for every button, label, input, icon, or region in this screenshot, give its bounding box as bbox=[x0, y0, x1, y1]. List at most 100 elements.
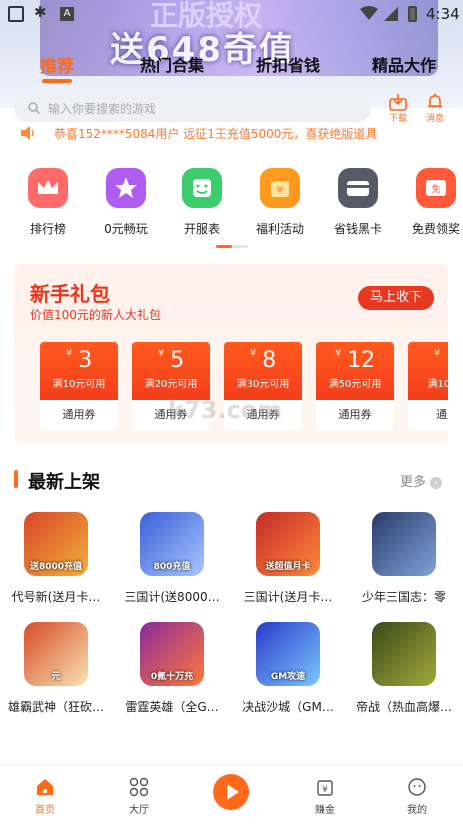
coupon-condition: 满50元可用 bbox=[328, 379, 382, 390]
game-item[interactable]: GM攻速 决战沙城（GM… bbox=[232, 622, 344, 715]
tab-recommend[interactable]: 推荐 bbox=[40, 52, 74, 77]
more-link[interactable]: 更多 › bbox=[400, 471, 443, 490]
claim-gift-button[interactable]: 马上收下 bbox=[358, 286, 434, 310]
category-black-card[interactable]: 省钱黑卡 bbox=[318, 168, 398, 237]
category-scroll-indicator bbox=[216, 245, 248, 248]
tab-discount[interactable]: 折扣省钱 bbox=[256, 52, 320, 76]
game-item[interactable]: 送8000充值 代号新(送月卡… bbox=[0, 512, 112, 605]
download-icon bbox=[389, 94, 407, 111]
nav-home[interactable]: 首页 bbox=[10, 777, 80, 816]
card-icon bbox=[338, 168, 378, 208]
game-item[interactable]: 帝战（热血高爆… bbox=[348, 622, 460, 715]
game-name: 雄霸武神（狂砍… bbox=[7, 700, 104, 714]
play-button[interactable] bbox=[213, 774, 249, 810]
notice-text: 恭喜152****5084用户 远征1王充值5000元，喜获绝版道具 bbox=[54, 127, 378, 141]
watermark: k73.com bbox=[168, 396, 283, 424]
category-ranking[interactable]: 排行榜 bbox=[8, 168, 88, 237]
search-placeholder: 输入你要搜索的游戏 bbox=[48, 102, 157, 116]
coupon-icon: 免 bbox=[416, 168, 456, 208]
game-item[interactable]: 少年三国志：零 bbox=[348, 512, 460, 605]
coupon-amount: 5 bbox=[170, 348, 185, 373]
game-name: 少年三国志：零 bbox=[361, 590, 446, 604]
status-time: 4:34 bbox=[426, 5, 460, 23]
game-icon: 800充值 bbox=[140, 512, 204, 576]
category-welfare[interactable]: ¥ 福利活动 bbox=[240, 168, 320, 237]
game-icon-label: GM攻速 bbox=[270, 672, 306, 682]
coupon-card[interactable]: ¥1 满100元 通用 bbox=[408, 342, 448, 430]
game-item[interactable]: 800充值 三国计(送8000… bbox=[116, 512, 228, 605]
coupon-condition: 满30元可用 bbox=[236, 379, 290, 390]
svg-text:¥: ¥ bbox=[322, 785, 328, 795]
game-icon: GM攻速 bbox=[256, 622, 320, 686]
wifi-icon bbox=[360, 6, 378, 20]
category-row: 排行榜 0元畅玩 开服表 ¥ 福利活动 省钱黑卡 免 免费领奖 bbox=[0, 168, 463, 248]
game-icon: 0氪十万充 bbox=[140, 622, 204, 686]
coupon-type: 通用 bbox=[436, 408, 448, 421]
speaker-icon bbox=[21, 126, 34, 140]
game-icon: 元 bbox=[24, 622, 88, 686]
section-title: 最新上架 bbox=[28, 472, 100, 493]
game-name: 帝战（热血高爆… bbox=[355, 700, 452, 714]
nav-earn[interactable]: ¥ 赚金 bbox=[290, 777, 360, 816]
chevron-right-icon: › bbox=[430, 476, 443, 489]
coupon-type: 通用券 bbox=[338, 408, 372, 421]
gift-title: 新手礼包 bbox=[30, 282, 110, 306]
smile-icon bbox=[182, 168, 222, 208]
coupon-amount: 3 bbox=[78, 348, 93, 373]
gift-icon: ¥ bbox=[260, 168, 300, 208]
coupon-currency: ¥ bbox=[334, 348, 342, 359]
coupon-amount: 8 bbox=[262, 348, 277, 373]
screenshot-icon bbox=[8, 6, 24, 22]
nav-mine[interactable]: 我的 bbox=[382, 777, 452, 816]
game-name: 雷霆英雄（全G… bbox=[125, 700, 219, 714]
download-button[interactable]: 下载 bbox=[383, 93, 413, 124]
signal-icon bbox=[384, 7, 398, 21]
game-item[interactable]: 送超值月卡 三国计(送月卡… bbox=[232, 512, 344, 605]
game-name: 代号新(送月卡… bbox=[11, 590, 101, 604]
coupon-currency: ¥ bbox=[157, 348, 165, 359]
game-icon-label: 元 bbox=[51, 672, 61, 682]
game-icon-label: 800充值 bbox=[153, 562, 191, 572]
game-icon: 送8000充值 bbox=[24, 512, 88, 576]
tab-hot-collections[interactable]: 热门合集 bbox=[140, 52, 204, 76]
battery-icon bbox=[408, 6, 417, 22]
search-input[interactable]: 输入你要搜索的游戏 bbox=[14, 96, 371, 122]
game-name: 决战沙城（GM… bbox=[242, 700, 334, 714]
coupon-currency: ¥ bbox=[65, 348, 73, 359]
notice-bar[interactable]: 恭喜152****5084用户 远征1王充值5000元，喜获绝版道具 bbox=[0, 122, 463, 144]
category-label: 排行榜 bbox=[29, 222, 66, 236]
game-icon bbox=[372, 512, 436, 576]
message-button[interactable]: 消息 bbox=[420, 93, 450, 124]
coupon-amount: 12 bbox=[347, 348, 376, 373]
game-name: 三国计(送8000… bbox=[124, 590, 220, 604]
tab-premium[interactable]: 精品大作 bbox=[372, 52, 436, 76]
grid-icon bbox=[129, 777, 149, 797]
game-icon-label: 送8000充值 bbox=[29, 562, 83, 572]
a-icon: A bbox=[60, 7, 74, 21]
search-icon bbox=[28, 102, 40, 114]
game-item[interactable]: 0氪十万充 雷霆英雄（全G… bbox=[116, 622, 228, 715]
game-name: 三国计(送月卡… bbox=[243, 590, 333, 604]
profile-icon bbox=[408, 778, 426, 796]
category-label: 福利活动 bbox=[255, 222, 304, 236]
game-item[interactable]: 元 雄霸武神（狂砍… bbox=[0, 622, 112, 715]
debug-icon: ✱ bbox=[34, 3, 47, 21]
home-icon bbox=[37, 779, 53, 795]
coupon-currency: ¥ bbox=[433, 348, 441, 359]
category-free-play[interactable]: 0元畅玩 bbox=[86, 168, 166, 237]
game-icon-label: 送超值月卡 bbox=[265, 562, 311, 572]
category-free-rewards[interactable]: 免 免费领奖 bbox=[396, 168, 463, 237]
coupon-currency: ¥ bbox=[249, 348, 257, 359]
coupon-card[interactable]: ¥12 满50元可用 通用券 bbox=[316, 342, 394, 430]
nav-hall[interactable]: 大厅 bbox=[104, 777, 174, 816]
nav-label: 首页 bbox=[35, 805, 55, 816]
nav-label: 我的 bbox=[407, 805, 427, 816]
coupon-card[interactable]: ¥3 满10元可用 通用券 bbox=[40, 342, 118, 430]
category-label: 省钱黑卡 bbox=[333, 222, 382, 236]
gift-subtitle: 价值100元的新人大礼包 bbox=[30, 308, 161, 322]
category-label: 开服表 bbox=[183, 222, 220, 236]
coupon-condition: 满20元可用 bbox=[144, 379, 198, 390]
game-icon-label: 0氪十万充 bbox=[150, 672, 194, 682]
category-server-list[interactable]: 开服表 bbox=[162, 168, 242, 237]
bell-icon bbox=[428, 93, 442, 108]
